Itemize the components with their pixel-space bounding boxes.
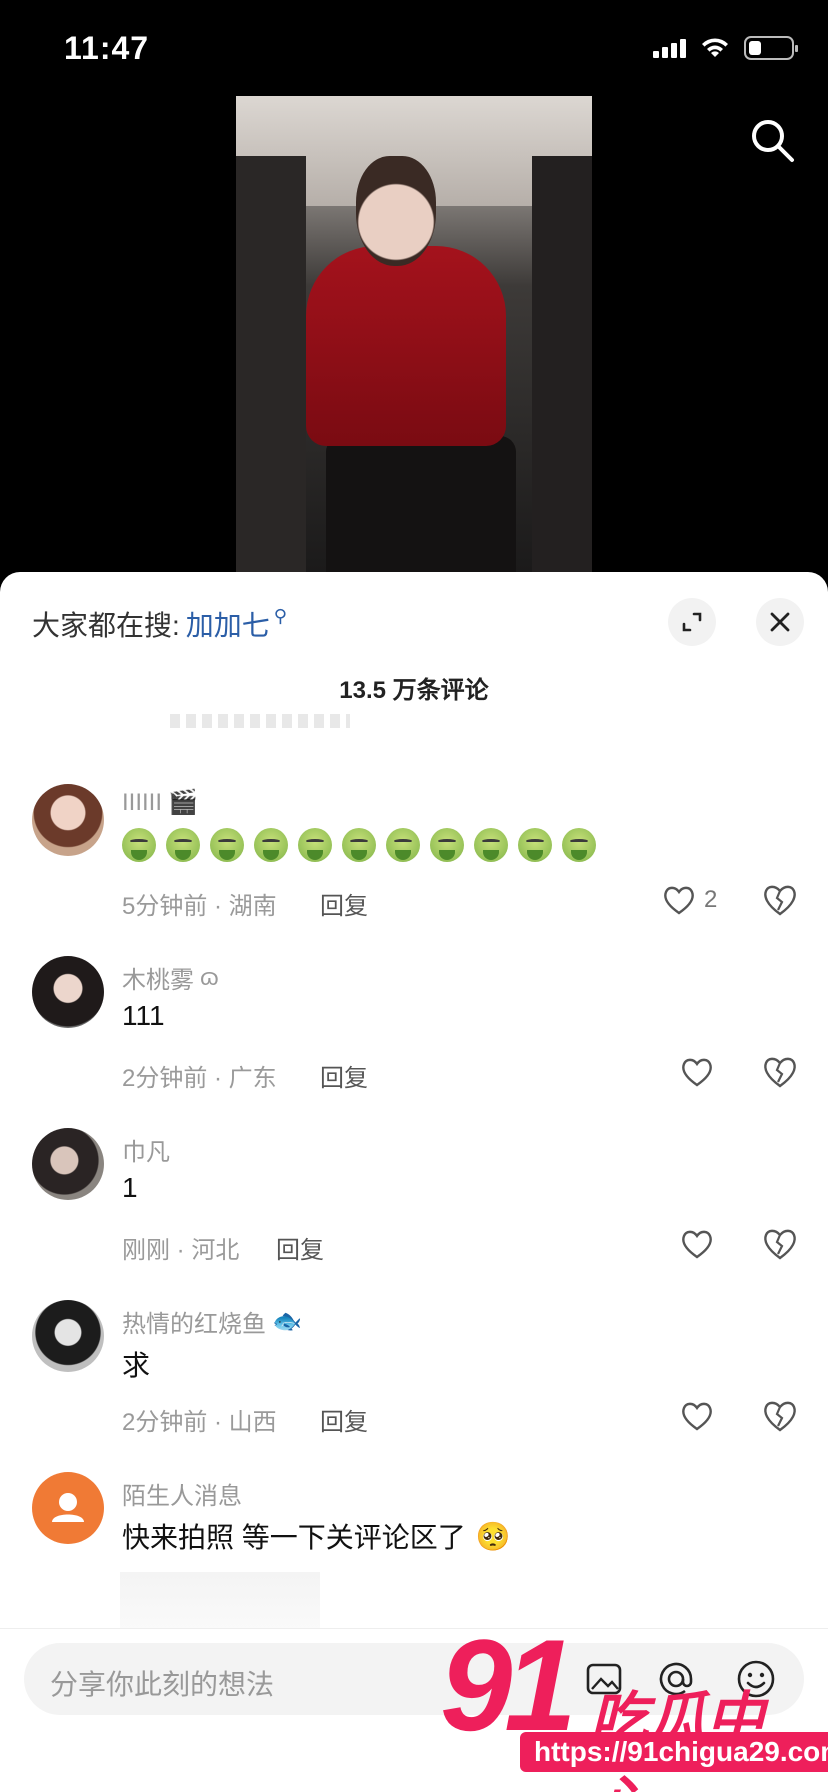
signal-icon: [653, 38, 686, 58]
status-icons: [653, 36, 798, 60]
broken-heart-icon[interactable]: [760, 1396, 800, 1436]
scrolled-comment-fragment: [170, 714, 350, 728]
avatar[interactable]: [32, 1472, 104, 1544]
close-button[interactable]: [756, 598, 804, 646]
nauseated-emoji: [210, 828, 244, 862]
comment-text: [122, 828, 596, 862]
status-time: 11:47: [64, 30, 150, 66]
video-player[interactable]: [236, 96, 592, 572]
broken-heart-icon[interactable]: [760, 880, 800, 920]
comment-count: 13.5 万条评论: [339, 677, 489, 704]
broken-heart-icon[interactable]: [760, 1052, 800, 1092]
comment-meta: 刚刚 · 河北: [122, 1237, 240, 1264]
comment-meta: 2分钟前 · 广东: [122, 1065, 277, 1092]
comment-username[interactable]: 木桃雾 ɷ: [122, 960, 219, 995]
comment-username[interactable]: IIIIII 🎬: [122, 788, 198, 817]
emoji-icon[interactable]: [734, 1657, 778, 1701]
nauseated-emoji: [122, 828, 156, 862]
broken-heart-icon[interactable]: [760, 1224, 800, 1264]
comment-username[interactable]: 陌生人消息: [122, 1476, 242, 1511]
heart-icon: [664, 886, 694, 915]
like-button[interactable]: [680, 1396, 714, 1436]
comment-text: 快来拍照 等一下关评论区了 🥺: [122, 1520, 511, 1554]
comments-sheet: 大家都在搜: 加加七 ⚲ 13.5 万条评论 IIIIII 🎬 5分钟前 · 湖…: [0, 572, 828, 1792]
image-icon[interactable]: [582, 1657, 626, 1701]
comment-username[interactable]: 热情的红烧鱼 🐟: [122, 1304, 302, 1339]
reply-button[interactable]: 回复: [320, 1402, 368, 1437]
fish-emoji: 🐟: [272, 1308, 302, 1335]
battery-level: [749, 41, 761, 55]
reply-button[interactable]: 回复: [320, 1058, 368, 1093]
pleading-emoji: 🥺: [475, 1520, 511, 1552]
comment-text: 1: [122, 1172, 138, 1203]
avatar[interactable]: [32, 1128, 104, 1200]
expand-button[interactable]: [668, 598, 716, 646]
heart-icon: [682, 1230, 712, 1259]
comment-text: 求: [122, 1350, 151, 1381]
nauseated-emoji: [254, 828, 288, 862]
reply-button[interactable]: 回复: [320, 886, 368, 921]
like-count: 2: [704, 886, 718, 913]
nauseated-emoji: [342, 828, 376, 862]
comment-meta: 5分钟前 · 湖南: [122, 893, 277, 920]
trending-search[interactable]: 大家都在搜: 加加七 ⚲: [32, 604, 287, 644]
swirl-emoji: ɷ: [200, 963, 219, 991]
close-icon: [770, 612, 790, 632]
comment-input-bar: 分享你此刻的想法: [0, 1628, 828, 1792]
video-person-shirt: [306, 246, 506, 446]
comment-text: 111: [122, 1000, 165, 1031]
like-button[interactable]: 2: [662, 880, 717, 920]
video-person-pants: [326, 436, 516, 572]
trending-label: 大家都在搜:: [32, 610, 180, 641]
heart-icon: [682, 1058, 712, 1087]
clapper-emoji: 🎬: [168, 789, 198, 816]
at-icon[interactable]: [654, 1657, 698, 1701]
avatar[interactable]: [32, 784, 104, 856]
heart-icon: [682, 1402, 712, 1431]
video-wall-left: [236, 156, 306, 572]
nauseated-emoji: [518, 828, 552, 862]
comment-username[interactable]: 巾凡: [122, 1132, 170, 1167]
default-user-icon: [52, 1493, 84, 1522]
trending-term[interactable]: 加加七: [186, 604, 270, 644]
nauseated-emoji: [298, 828, 332, 862]
attached-image-preview[interactable]: [120, 1572, 320, 1632]
like-button[interactable]: [680, 1052, 714, 1092]
search-icon[interactable]: [748, 116, 796, 164]
wifi-icon: [702, 38, 728, 57]
status-bar: 11:47: [0, 0, 828, 96]
like-button[interactable]: [680, 1224, 714, 1264]
avatar[interactable]: [32, 956, 104, 1028]
avatar[interactable]: [32, 1300, 104, 1372]
expand-icon: [682, 612, 702, 632]
nauseated-emoji: [386, 828, 420, 862]
comment-meta: 2分钟前 · 山西: [122, 1409, 277, 1436]
battery-icon: [744, 36, 798, 60]
nauseated-emoji: [430, 828, 464, 862]
nauseated-emoji: [562, 828, 596, 862]
video-person-head: [356, 156, 436, 266]
reply-button[interactable]: 回复: [276, 1230, 324, 1265]
nauseated-emoji: [166, 828, 200, 862]
nauseated-emoji: [474, 828, 508, 862]
video-wall-right: [532, 156, 592, 572]
trending-search-icon: ⚲: [273, 605, 287, 626]
